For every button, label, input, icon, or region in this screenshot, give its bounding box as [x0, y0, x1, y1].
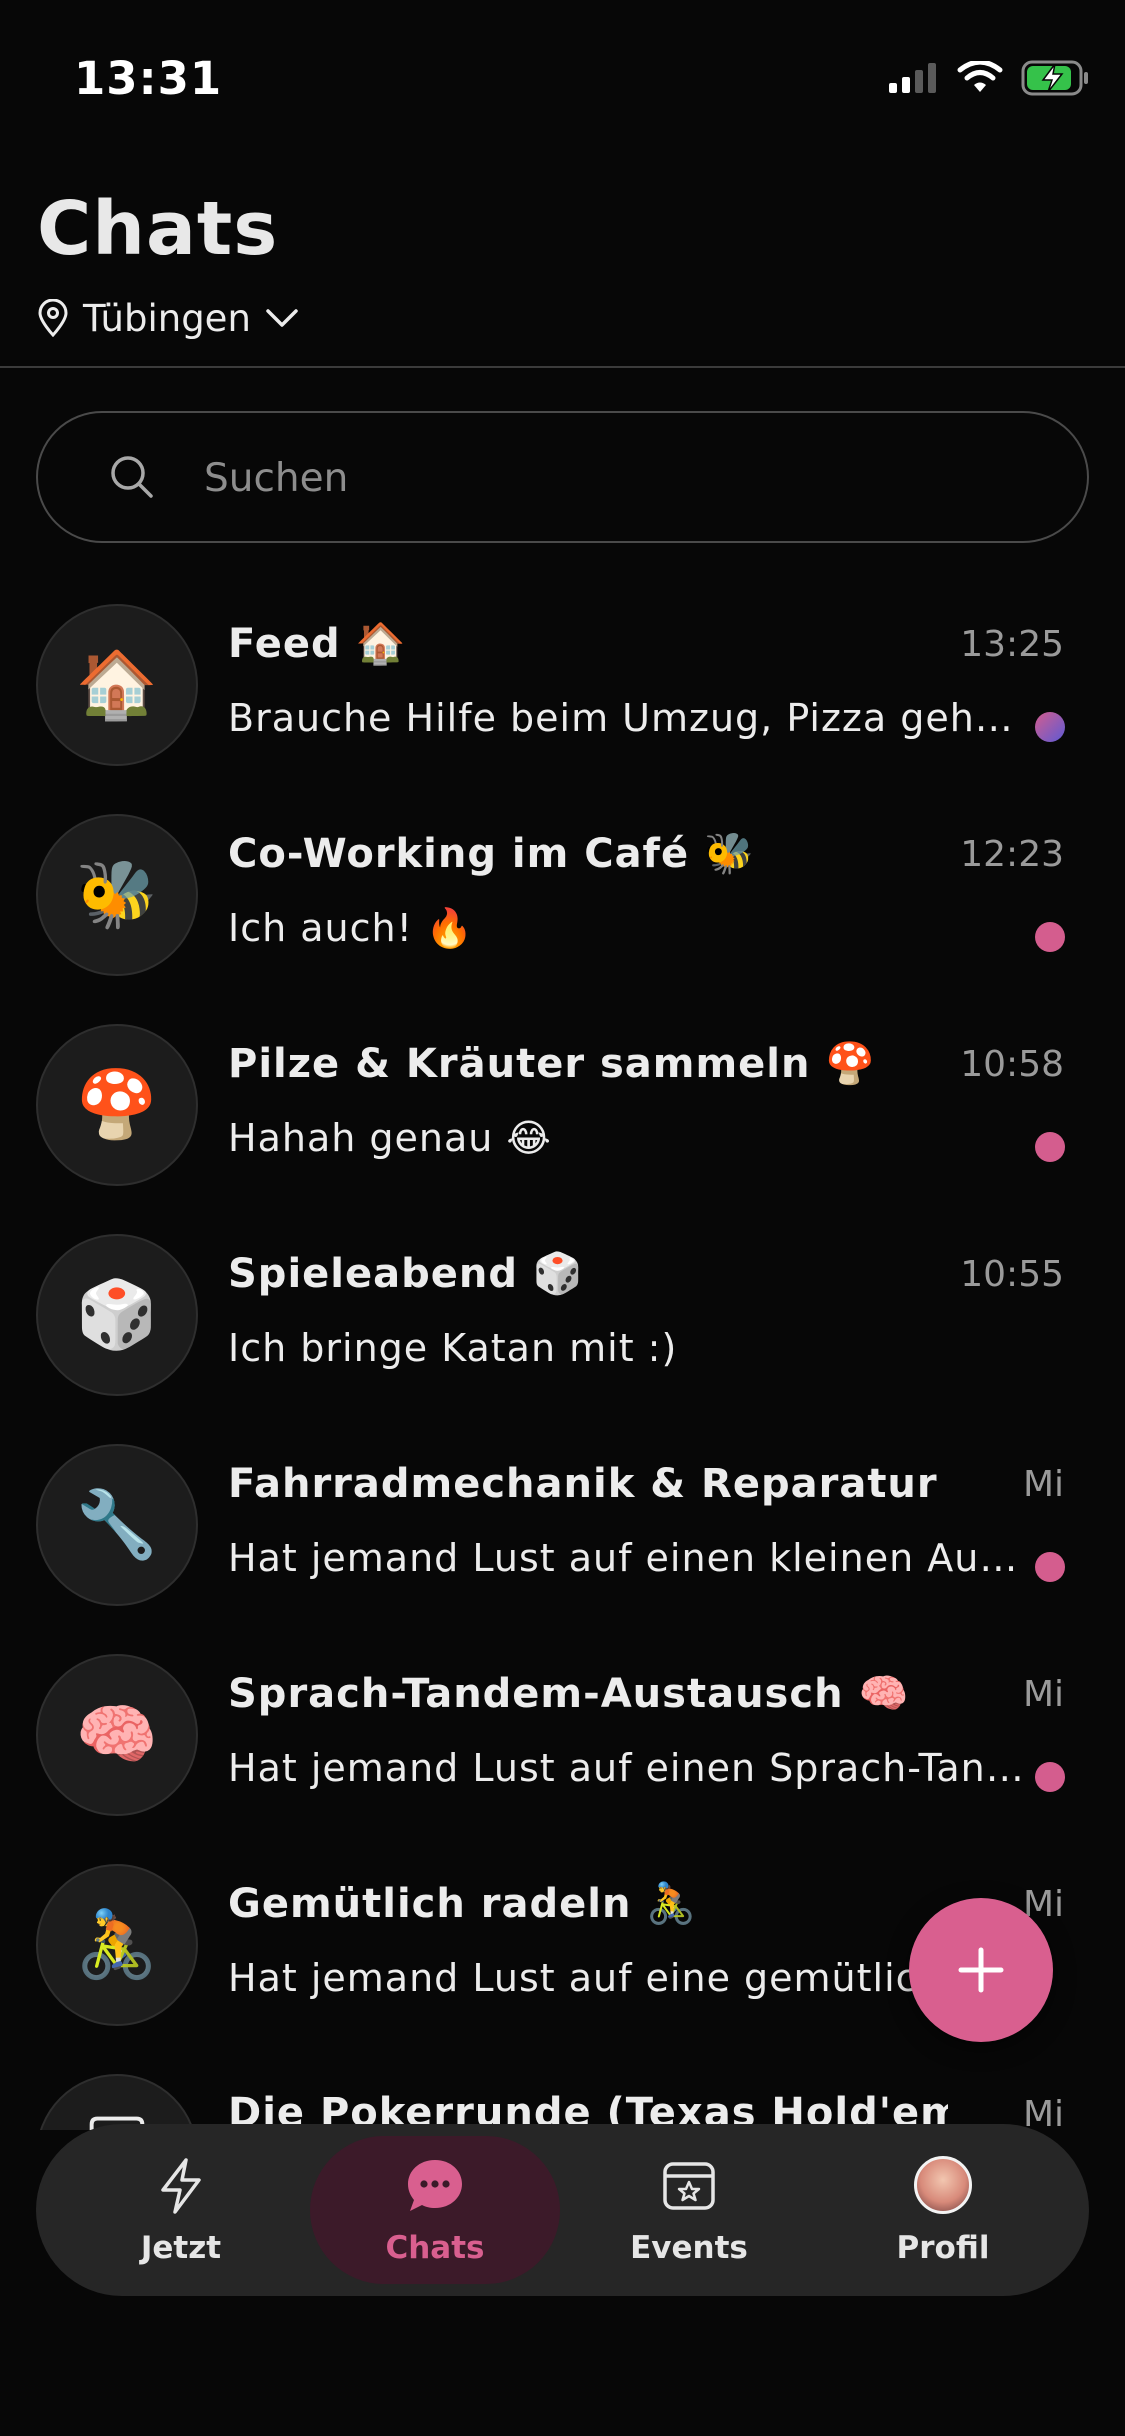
chat-time: 10:58	[960, 1044, 1064, 1085]
profile-avatar	[914, 2156, 972, 2214]
chat-preview: Ich bringe Katan mit :)	[228, 1326, 678, 1370]
wifi-icon	[957, 61, 1003, 92]
chat-row-sprach-tandem[interactable]: 🧠 Sprach-Tandem-Austausch 🧠 Mi Hat jeman…	[0, 1650, 1125, 1850]
chat-preview: Ich auch! 🔥	[228, 906, 475, 950]
nav-icon-wrapper	[564, 2156, 814, 2214]
header-divider	[0, 366, 1125, 368]
location-pin-icon	[38, 299, 68, 337]
status-bar: 13:31	[0, 0, 1125, 150]
chat-avatar: 🏠	[36, 604, 198, 766]
search-bar[interactable]	[36, 411, 1089, 543]
location-selector[interactable]: Tübingen	[37, 290, 299, 346]
calendar-star-icon	[663, 2162, 715, 2210]
chat-row-fahrradmechanik[interactable]: 🔧 Fahrradmechanik & Reparatur 🔧 Mi Hat j…	[0, 1440, 1125, 1640]
chat-row-coworking[interactable]: 🐝 Co-Working im Café 🐝 12:23 Ich auch! 🔥	[0, 810, 1125, 1010]
chat-preview: Hat jemand Lust auf einen kleinen Austau…	[228, 1536, 1028, 1580]
unread-indicator	[1035, 1552, 1065, 1582]
chat-avatar: 🧠	[36, 1654, 198, 1816]
chat-bubble-icon	[408, 2160, 462, 2211]
plus-icon	[958, 1947, 1004, 1993]
chat-row-poker[interactable]: 🃏 Die Pokerrunde (Texas Hold'em) 🃏 Mi	[0, 2070, 1125, 2130]
chat-time: 10:55	[960, 1254, 1064, 1295]
nav-icon-wrapper	[56, 2156, 306, 2216]
chat-preview: Hat jemand Lust auf eine gemütliche Radt…	[228, 1956, 1028, 2000]
lightning-icon	[161, 2158, 201, 2214]
nav-label: Jetzt	[140, 2230, 222, 2266]
search-icon	[111, 456, 153, 498]
chat-avatar: 🃏	[36, 2074, 198, 2130]
chat-preview: Hahah genau 😂	[228, 1116, 552, 1160]
unread-indicator	[1035, 922, 1065, 952]
status-icons	[889, 60, 1091, 96]
chat-row-pilze[interactable]: 🍄 Pilze & Kräuter sammeln 🍄 10:58 Hahah …	[0, 1020, 1125, 1220]
chat-preview: Brauche Hilfe beim Umzug, Pizza geht auf…	[228, 696, 1028, 740]
cellular-signal-icon	[889, 63, 936, 93]
nav-item-chats[interactable]: Chats	[310, 2136, 560, 2284]
nav-label: Events	[630, 2230, 748, 2266]
chat-time: 13:25	[960, 624, 1064, 665]
chat-title: Fahrradmechanik & Reparatur 🔧	[228, 1461, 948, 1507]
chat-avatar: 🔧	[36, 1444, 198, 1606]
nav-item-events[interactable]: Events	[564, 2136, 814, 2284]
chat-avatar: 🚴	[36, 1864, 198, 2026]
nav-label: Chats	[385, 2230, 485, 2266]
nav-icon-wrapper	[818, 2156, 1068, 2214]
chat-time: Mi	[1022, 1674, 1064, 1715]
status-time: 13:31	[74, 52, 223, 105]
page-title: Chats	[37, 186, 279, 272]
chat-preview: Hat jemand Lust auf einen Sprach-Tandem-…	[228, 1746, 1028, 1790]
location-label: Tübingen	[83, 296, 251, 340]
chat-title: Spieleabend 🎲	[228, 1251, 584, 1297]
chat-avatar: 🍄	[36, 1024, 198, 1186]
nav-icon-wrapper	[310, 2156, 560, 2216]
nav-item-jetzt[interactable]: Jetzt	[56, 2136, 306, 2284]
nav-label: Profil	[896, 2230, 990, 2266]
chat-title: Sprach-Tandem-Austausch 🧠	[228, 1671, 910, 1717]
search-input[interactable]	[204, 443, 1024, 513]
chat-list: 🏠 Feed 🏠 13:25 Brauche Hilfe beim Umzug,…	[0, 600, 1125, 2130]
chat-row-spieleabend[interactable]: 🎲 Spieleabend 🎲 10:55 Ich bringe Katan m…	[0, 1230, 1125, 1430]
chat-row-feed[interactable]: 🏠 Feed 🏠 13:25 Brauche Hilfe beim Umzug,…	[0, 600, 1125, 800]
chat-time: Mi	[1022, 2094, 1064, 2130]
chat-avatar: 🐝	[36, 814, 198, 976]
chat-title: Pilze & Kräuter sammeln 🍄	[228, 1041, 877, 1087]
chat-time: Mi	[1022, 1464, 1064, 1505]
new-chat-button[interactable]	[909, 1898, 1053, 2042]
chat-avatar: 🎲	[36, 1234, 198, 1396]
bottom-nav: Jetzt Chats Events Profil	[36, 2124, 1089, 2296]
nav-item-profil[interactable]: Profil	[818, 2136, 1068, 2284]
chevron-down-icon	[266, 309, 298, 327]
unread-indicator	[1035, 1132, 1065, 1162]
unread-indicator	[1035, 1762, 1065, 1792]
unread-indicator	[1035, 712, 1065, 742]
chat-title: Feed 🏠	[228, 621, 407, 667]
chat-title: Gemütlich radeln 🚴	[228, 1881, 698, 1927]
battery-charging-icon	[1021, 60, 1088, 96]
chat-time: 12:23	[960, 834, 1064, 875]
chat-title: Co-Working im Café 🐝	[228, 831, 755, 877]
